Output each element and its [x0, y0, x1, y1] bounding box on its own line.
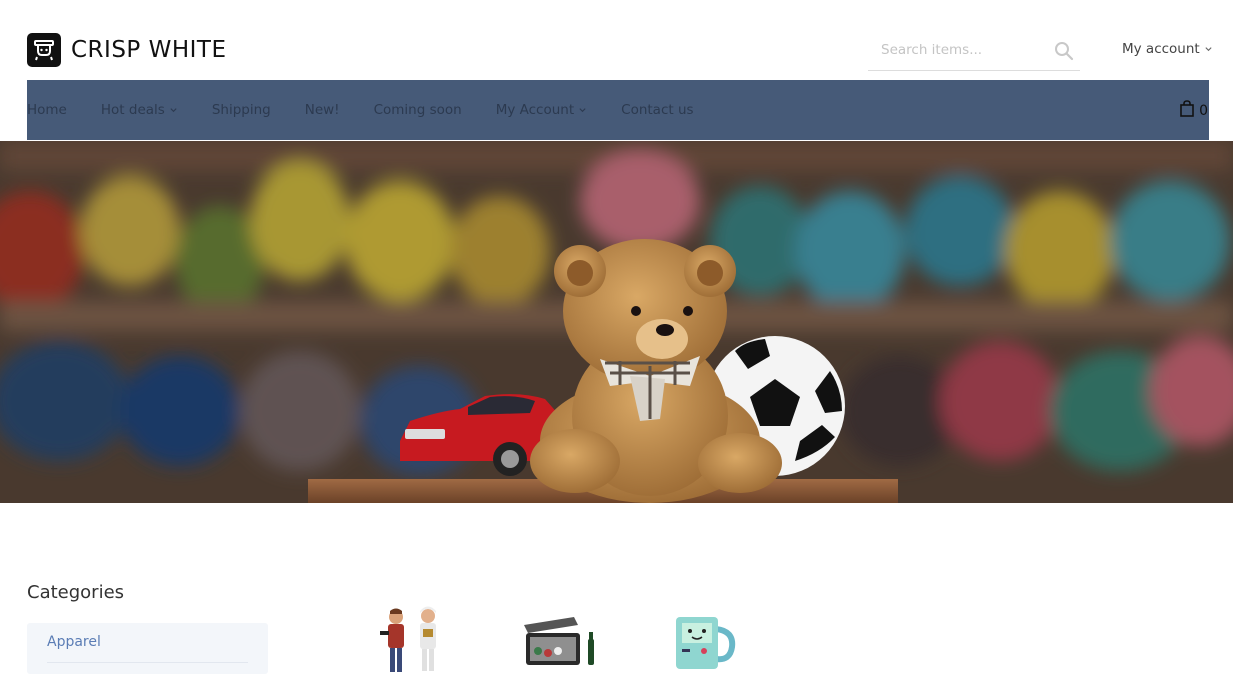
nav-item-label: Coming soon: [373, 102, 462, 118]
my-account-menu[interactable]: My account: [1122, 41, 1213, 57]
site-header: CRISP WHITE My account: [0, 0, 1233, 80]
poker-case-product-image: [524, 617, 594, 665]
nav-item-label: Contact us: [621, 102, 694, 118]
product-card[interactable]: [512, 603, 602, 674]
robot-logo-icon: [27, 33, 61, 67]
nav-item-label: Hot deals: [100, 102, 165, 118]
categories-list: Apparel: [27, 623, 268, 674]
shopping-bag-icon: [1180, 100, 1194, 121]
nav-item-label: New!: [304, 102, 340, 118]
nav-item-hot-deals[interactable]: Hot deals: [101, 102, 178, 118]
search-box: [868, 30, 1080, 71]
nav-item-home[interactable]: Home: [27, 102, 67, 118]
brand-name: CRISP WHITE: [71, 37, 227, 63]
robot-mug-product-image: [676, 617, 736, 669]
search-input[interactable]: [868, 41, 1053, 59]
nav-item-label: My Account: [495, 102, 575, 118]
chevron-down-icon: [578, 102, 587, 118]
categories-title: Categories: [27, 582, 125, 603]
nav-item-label: Shipping: [211, 102, 271, 118]
product-card[interactable]: [368, 603, 458, 674]
product-card[interactable]: [660, 603, 750, 674]
category-item-apparel[interactable]: Apparel: [47, 634, 101, 650]
brand-logo[interactable]: CRISP WHITE: [27, 33, 227, 67]
nav-item-my-account[interactable]: My Account: [496, 102, 587, 118]
nav-item-coming-soon[interactable]: Coming soon: [374, 102, 462, 118]
nav-item-shipping[interactable]: Shipping: [212, 102, 271, 118]
figurines-product-image: [380, 606, 436, 672]
cart-button[interactable]: 0: [1180, 100, 1208, 121]
category-divider: [47, 662, 248, 663]
nav-item-new[interactable]: New!: [305, 102, 340, 118]
nav-item-contact-us[interactable]: Contact us: [621, 102, 693, 118]
search-icon[interactable]: [1054, 41, 1074, 61]
nav-item-label: Home: [27, 102, 67, 118]
cart-count: 0: [1199, 102, 1208, 119]
hero-banner[interactable]: [0, 141, 1233, 503]
toys-hero-banner: [0, 141, 1233, 503]
chevron-down-icon: [169, 102, 178, 118]
my-account-label: My account: [1122, 41, 1200, 57]
main-navigation: Home Hot deals Shipping New! Coming soon…: [27, 80, 1209, 140]
chevron-down-icon: [1204, 41, 1213, 57]
